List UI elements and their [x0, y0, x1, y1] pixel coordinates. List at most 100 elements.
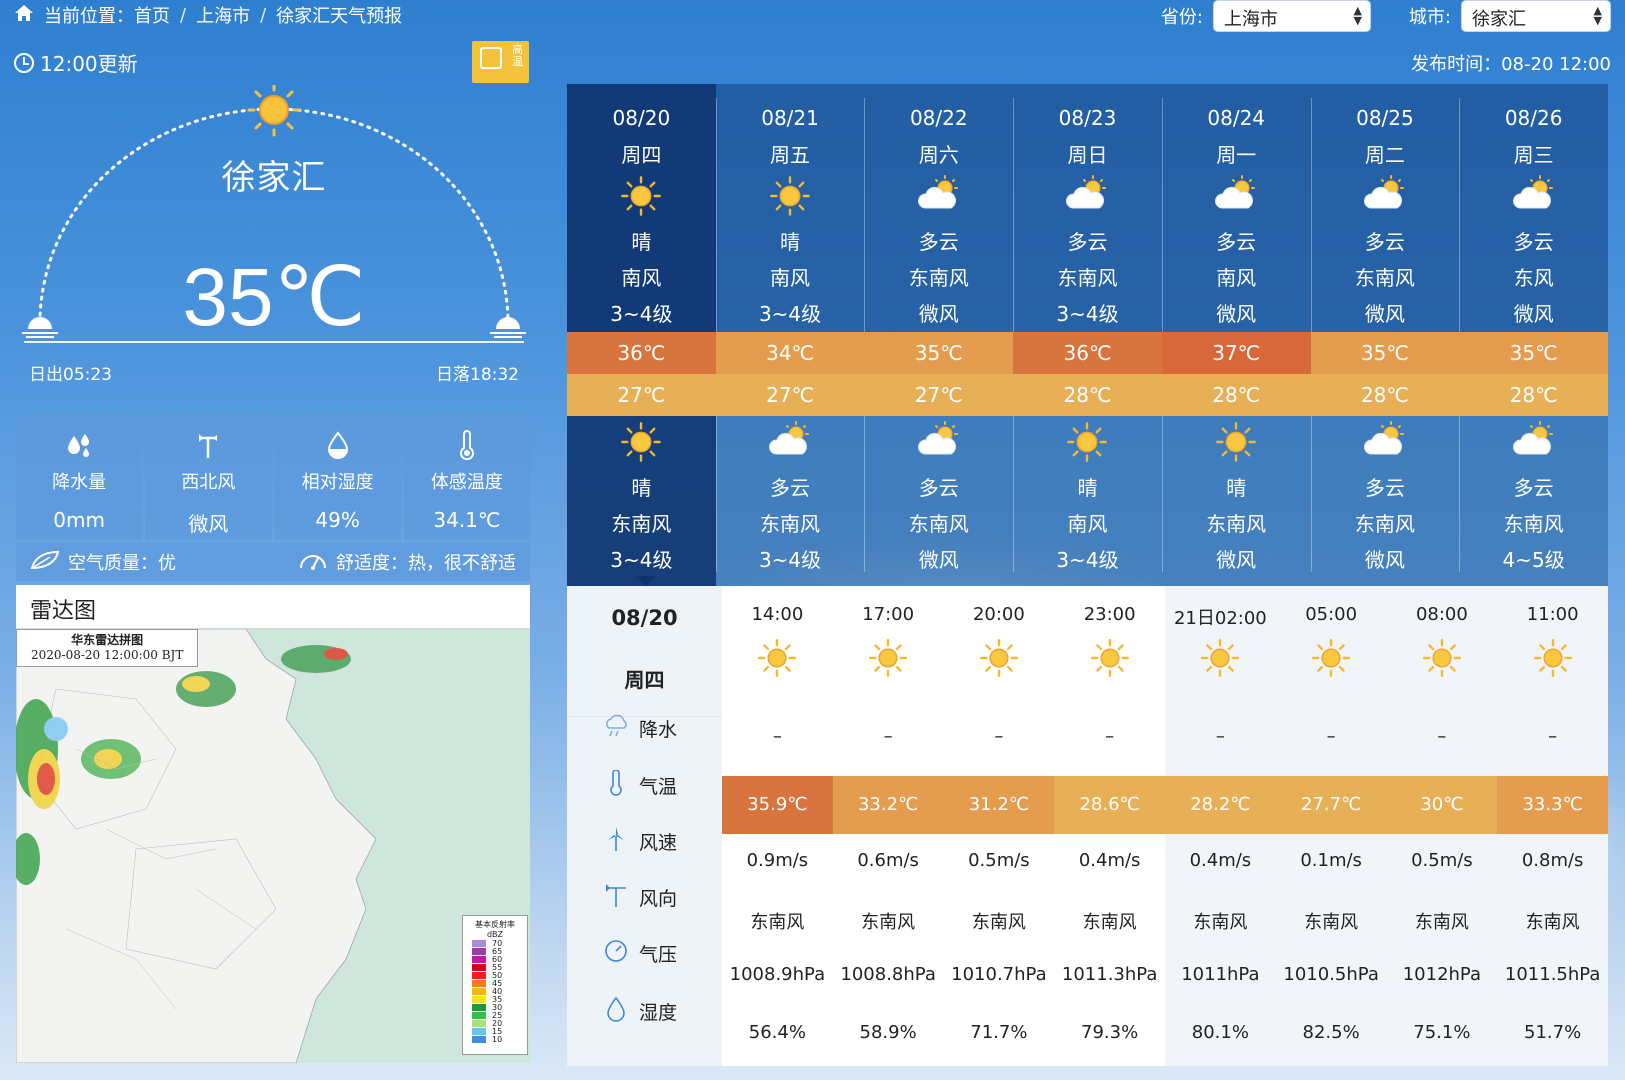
daily-column[interactable]: 08/24 周一 多云 南风 微风 37℃ 28℃ 晴 东南风 微风 — [1161, 84, 1311, 586]
update-time: 12:00更新 — [14, 48, 138, 77]
hourly-column: 11:00 – 33.3℃ 0.8m/s 东南风 1011.5hPa 51.7% — [1497, 586, 1608, 1066]
hourly-time: 05:00 — [1305, 604, 1358, 625]
radar-caption: 华东雷达拼图 2020-08-20 12:00:00 BJT — [16, 629, 199, 667]
city-select[interactable]: 徐家汇 ▲ ▼ — [1461, 0, 1611, 32]
province-value: 上海市 — [1223, 9, 1278, 30]
hourly-rain: – — [1548, 726, 1558, 747]
daily-day-wind: 南风 — [1216, 266, 1257, 290]
daily-date: 08/22 — [909, 106, 968, 130]
hourly-humidity: 51.7% — [1524, 1022, 1582, 1043]
hourly-time: 14:00 — [751, 604, 804, 625]
radar-map-image[interactable]: 华东雷达拼图 2020-08-20 12:00:00 BJT 基本反射率 dBZ… — [16, 629, 530, 1063]
daily-night-weather: 多云 — [770, 476, 811, 500]
hourly-temp: 33.2℃ — [832, 776, 944, 834]
sun-icon — [1387, 638, 1498, 678]
daily-low-temp: 27℃ — [567, 374, 716, 416]
hourly-time: 11:00 — [1526, 604, 1579, 625]
breadcrumb-home-link[interactable]: 首页 — [134, 2, 170, 28]
daily-weekday: 周四 — [621, 143, 662, 167]
hourly-humidity: 75.1% — [1413, 1022, 1471, 1043]
legend-swatch — [472, 1003, 486, 1011]
daily-high-temp: 35℃ — [1310, 332, 1460, 374]
column-divider — [864, 98, 866, 332]
daily-day-wind: 南风 — [770, 266, 811, 290]
legend-swatch — [472, 955, 486, 963]
home-icon — [14, 4, 34, 27]
daily-low-temp: 28℃ — [1459, 374, 1608, 416]
sun-icon — [722, 638, 833, 678]
daily-weekday: 周五 — [770, 143, 811, 167]
column-divider — [864, 416, 866, 572]
breadcrumb-label: 当前位置： — [44, 6, 134, 27]
alert-house-icon — [480, 47, 502, 69]
hourly-weekday: 周四 — [624, 668, 665, 692]
daily-column[interactable]: 08/25 周二 多云 东南风 微风 35℃ 28℃ 多云 东南风 微风 — [1310, 84, 1460, 586]
daily-night-weather: 多云 — [1513, 476, 1554, 500]
hourly-time: 23:00 — [1083, 604, 1136, 625]
legend-swatch — [472, 987, 486, 995]
humidity-drop-icon — [323, 430, 353, 460]
daily-date: 08/20 — [612, 106, 671, 130]
daily-high-temp: 36℃ — [1013, 332, 1162, 374]
hourly-humidity: 80.1% — [1191, 1022, 1249, 1043]
column-divider — [1459, 98, 1461, 332]
hourly-pressure: 1011.5hPa — [1504, 964, 1601, 985]
daily-night-wind-level: 3~4级 — [610, 548, 673, 572]
legend-swatch — [472, 1019, 486, 1027]
legend-item: 10 — [472, 1035, 524, 1044]
hourly-rain: – — [1437, 726, 1447, 747]
daily-day-wind: 东南风 — [1057, 266, 1118, 290]
daily-column[interactable]: 08/20 周四 晴 南风 3~4级 36℃ 27℃ 晴 东南风 3~4级 — [567, 84, 716, 586]
daily-day-wind: 东南风 — [908, 266, 969, 290]
legend-swatch — [472, 1027, 486, 1035]
legend-swatch — [472, 1011, 486, 1019]
radar-caption-time: 2020-08-20 12:00:00 BJT — [31, 648, 184, 662]
daily-night-wind: 南风 — [1067, 512, 1108, 536]
comfort-gauge-icon — [298, 548, 328, 577]
breadcrumb-city-link[interactable]: 上海市 — [196, 2, 250, 28]
sun-icon — [567, 174, 716, 218]
hourly-time: 21日02:00 — [1173, 608, 1267, 629]
clock-icon — [14, 52, 34, 73]
daily-column[interactable]: 08/23 周日 多云 东南风 3~4级 36℃ 28℃ 晴 南风 3~4级 — [1013, 84, 1162, 586]
hourly-rain: – — [772, 726, 782, 747]
province-select[interactable]: 上海市 ▲ ▼ — [1212, 0, 1371, 32]
hourly-time: 20:00 — [972, 604, 1025, 625]
column-divider — [715, 98, 717, 332]
column-divider — [1161, 98, 1163, 332]
sun-icon — [1497, 638, 1608, 678]
station-name: 徐家汇 — [221, 158, 327, 198]
daily-night-wind-level: 4~5级 — [1502, 548, 1565, 572]
cloud-sun-icon — [1311, 174, 1460, 218]
legend-swatch — [472, 963, 486, 971]
select-arrows-icon: ▲ ▼ — [1593, 4, 1602, 27]
hourly-temp: 33.3℃ — [1497, 776, 1608, 834]
sun-icon — [1162, 420, 1311, 464]
daily-column[interactable]: 08/21 周五 晴 南风 3~4级 34℃ 27℃ 多云 东南风 3~4级 — [715, 84, 865, 586]
daily-night-weather: 晴 — [1226, 476, 1247, 500]
column-divider — [1459, 416, 1461, 572]
daily-column[interactable]: 08/22 周六 多云 东南风 微风 35℃ 27℃ 多云 东南风 微风 — [864, 84, 1014, 586]
daily-day-wind: 东风 — [1513, 266, 1554, 290]
hourly-humidity: 71.7% — [970, 1022, 1028, 1043]
daily-column[interactable]: 08/26 周三 多云 东风 微风 35℃ 28℃ 多云 东南风 4~5级 — [1459, 84, 1608, 586]
cloud-rain-icon — [603, 714, 629, 743]
high-temp-alert-badge[interactable]: 高温 — [472, 41, 529, 83]
daily-weekday: 周二 — [1364, 143, 1405, 167]
hourly-column: 17:00 – 33.2℃ 0.6m/s 东南风 1008.8hPa 58.9% — [832, 586, 944, 1066]
hourly-row-labels: 08/20 周四 降水 气温 风速 风向 气压 湿度 — [567, 586, 722, 1066]
daily-night-wind-level: 微风 — [1364, 548, 1405, 572]
row-label-wind-dir: 风向 — [603, 882, 677, 913]
sun-icon — [567, 420, 716, 464]
cloud-sun-icon — [1013, 174, 1162, 218]
daily-date: 08/25 — [1356, 106, 1414, 130]
daily-day-wind: 南风 — [621, 266, 662, 290]
hourly-wind-dir: 东南风 — [1414, 912, 1469, 933]
daily-high-temp: 35℃ — [1459, 332, 1608, 374]
publish-time: 发布时间：08-20 12:00 — [1411, 54, 1611, 75]
hourly-pressure: 1011hPa — [1181, 964, 1260, 985]
daily-day-weather: 多云 — [1216, 230, 1257, 254]
cloud-sun-icon — [1459, 174, 1608, 218]
hourly-wind-speed: 0.5m/s — [1411, 850, 1473, 871]
column-divider — [1013, 416, 1015, 572]
